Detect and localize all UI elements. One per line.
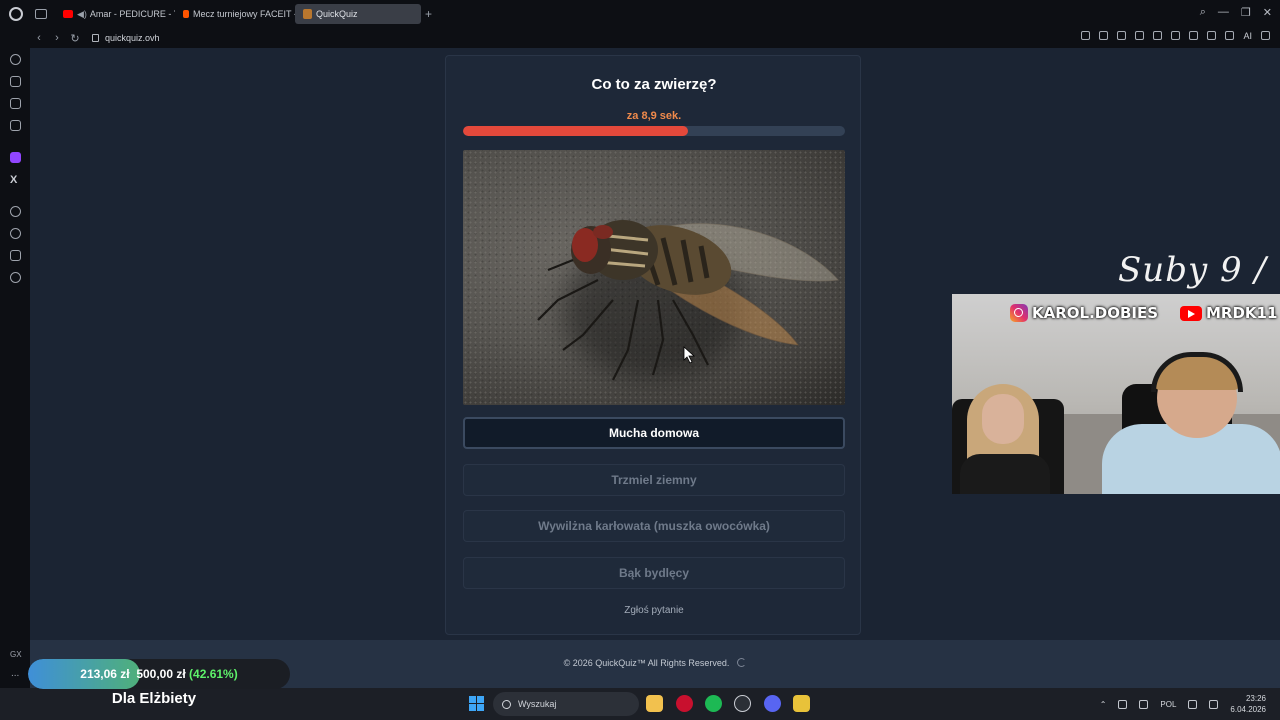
youtube-icon (1180, 305, 1202, 321)
browser-sidebar: X GX ... (0, 48, 30, 688)
opera-gx-logo-icon[interactable] (9, 7, 23, 21)
gx-corner-icon[interactable] (10, 76, 21, 87)
time-progress-fill (463, 126, 689, 136)
player-icon[interactable] (10, 206, 21, 217)
messenger-icon[interactable] (10, 120, 21, 131)
url-field[interactable]: quickquiz.ovh (105, 33, 160, 43)
window-controls: ⌕ — ❐ ✕ (1200, 6, 1272, 19)
tab-label: QuickQuiz (316, 9, 358, 19)
heart-icon[interactable] (1171, 31, 1181, 40)
ai-button[interactable]: AI (1243, 31, 1252, 41)
vpn-icon[interactable] (1117, 31, 1127, 40)
address-bar: ‹ › ↻ quickquiz.ovh AI (0, 28, 1280, 48)
gx-control-icon[interactable] (10, 54, 21, 65)
forward-icon[interactable]: › (48, 32, 66, 44)
search-icon (502, 699, 511, 709)
clock-time: 23:26 (1245, 694, 1266, 703)
news-icon[interactable] (10, 98, 21, 109)
tab-manager-icon[interactable] (35, 9, 47, 19)
copyright-text: © 2026 QuickQuiz™ All Rights Reserved. (563, 658, 730, 668)
browser-tab-quickquiz[interactable]: QuickQuiz (295, 4, 421, 24)
youtube-favicon-icon (63, 10, 73, 18)
taskbar-search[interactable]: Wyszukaj (493, 692, 639, 716)
speaker-icon[interactable]: ◀) (77, 9, 87, 20)
question-image (463, 150, 845, 405)
instagram-name: KAROL.DOBIES (1032, 304, 1159, 322)
goal-target: 500,00 zł (136, 667, 186, 681)
opera-gx-taskbar-icon[interactable] (676, 695, 693, 712)
pin-icon[interactable] (1081, 31, 1091, 40)
donation-goal-bar: 213,06 zł 500,00 zł (42.61%) (28, 659, 290, 689)
browser-tab-youtube[interactable]: ◀) Amar - PEDICURE - Yo (55, 4, 175, 24)
language-indicator[interactable]: POL (1160, 700, 1176, 709)
file-explorer-icon[interactable] (646, 695, 663, 712)
tab-label: Mecz turniejowy FACEIT - (193, 9, 295, 19)
quickquiz-favicon-icon (303, 9, 312, 19)
search-tabs-icon[interactable]: ⌕ (1200, 6, 1206, 19)
x-twitter-icon[interactable]: X (10, 174, 17, 186)
display-icon[interactable] (1188, 699, 1198, 709)
time-progress-bar (463, 126, 845, 136)
webcam-feed (952, 294, 1280, 494)
download-icon[interactable] (1225, 31, 1235, 40)
search-placeholder: Wyszukaj (518, 699, 557, 709)
countdown-timer: za 8,9 sek. (626, 110, 682, 122)
answer-option-3[interactable]: Wywilżna karłowata (muszka owocówka) (463, 510, 845, 542)
back-icon[interactable]: ‹ (30, 32, 48, 44)
minimize-button[interactable]: — (1218, 6, 1229, 19)
tab-label: Amar - PEDICURE - Yo (89, 9, 175, 19)
youtube-name: MRDK11 (1206, 304, 1278, 322)
goal-percent: (42.61%) (189, 667, 238, 681)
lock-icon (92, 34, 99, 42)
instagram-handle: KAROL.DOBIES (1010, 304, 1158, 322)
answer-option-4[interactable]: Bąk bydlęcy (463, 557, 845, 589)
chevron-up-icon[interactable]: ⌃ (1100, 700, 1107, 709)
housefly-photo-icon (537, 220, 840, 381)
play-icon[interactable] (1153, 31, 1163, 40)
system-tray: ⌃ POL 23:26 6.04.2026 (1100, 693, 1266, 715)
discord-icon[interactable] (764, 695, 781, 712)
translate-icon[interactable] (1135, 31, 1145, 40)
extensions-icon[interactable] (1189, 31, 1199, 40)
extension-icons: AI (1081, 31, 1270, 41)
youtube-handle: MRDK11 (1180, 304, 1277, 322)
instagram-icon (1010, 304, 1028, 322)
windows-start-icon[interactable] (469, 696, 484, 711)
quiz-card: Co to za zwierzę? za 8,9 sek. Mucha domo… (445, 55, 861, 635)
loading-spinner-icon (737, 658, 747, 667)
goal-current: 213,06 zł (80, 667, 130, 681)
microphone-icon[interactable] (1139, 699, 1149, 709)
faceit-favicon-icon (183, 10, 189, 18)
report-question-link[interactable]: Zgłoś pytanie (446, 605, 862, 616)
restore-button[interactable]: ❐ (1241, 6, 1251, 19)
clock-date: 6.04.2026 (1230, 705, 1266, 714)
spotify-icon[interactable] (705, 695, 722, 712)
steam-icon[interactable] (734, 695, 751, 712)
twitch-icon[interactable] (10, 152, 21, 163)
volume-icon[interactable] (1209, 699, 1219, 709)
answer-option-2[interactable]: Trzmiel ziemny (463, 464, 845, 496)
gx-label: GX (10, 650, 22, 659)
menu-icon[interactable] (1261, 31, 1270, 40)
question-title: Co to za zwierzę? (591, 76, 717, 93)
new-tab-button[interactable]: + (425, 7, 432, 21)
more-icon[interactable]: ... (11, 668, 19, 679)
reload-icon[interactable]: ↻ (66, 32, 84, 45)
settings-icon[interactable] (10, 272, 21, 283)
answer-option-1[interactable]: Mucha domowa (463, 417, 845, 449)
browser-tab-faceit[interactable]: Mecz turniejowy FACEIT - (175, 4, 295, 24)
donation-goal-caption: Dla Elżbiety (111, 690, 197, 707)
donation-goal-text: 213,06 zł 500,00 zł (42.61%) (28, 667, 290, 681)
extensions-sidebar-icon[interactable] (10, 250, 21, 261)
taskbar-clock[interactable]: 23:26 6.04.2026 (1230, 693, 1266, 715)
close-button[interactable]: ✕ (1263, 6, 1272, 19)
history-icon[interactable] (10, 228, 21, 239)
app-icon[interactable] (793, 695, 810, 712)
snapshot-icon[interactable] (1099, 31, 1109, 40)
profile-icon[interactable] (1207, 31, 1217, 40)
browser-tab-bar: ◀) Amar - PEDICURE - Yo Mecz turniejowy … (0, 0, 1280, 28)
network-icon[interactable] (1118, 699, 1128, 709)
